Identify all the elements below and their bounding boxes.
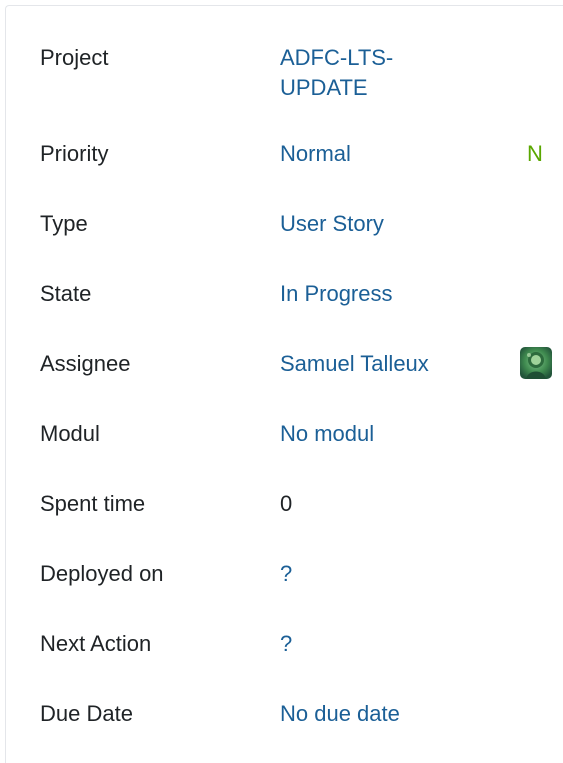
avatar-image — [520, 347, 552, 379]
field-row-state: State In Progress — [6, 279, 563, 349]
field-row-type: Type User Story — [6, 209, 563, 279]
user-avatar-icon[interactable] — [520, 347, 552, 379]
field-value-modul[interactable]: No modul — [280, 419, 450, 449]
field-row-project: Project ADFC-LTS-UPDATE — [6, 43, 563, 113]
field-row-assignee: Assignee Samuel Talleux — [6, 347, 563, 419]
field-value-assignee[interactable]: Samuel Talleux — [280, 349, 500, 379]
priority-badge: N — [527, 141, 543, 166]
field-row-modul: Modul No modul — [6, 419, 563, 489]
field-label-state: State — [40, 281, 92, 306]
field-label-type: Type — [40, 211, 88, 236]
field-label-due-date: Due Date — [40, 701, 133, 726]
field-row-next-action: Next Action ? — [6, 629, 563, 699]
field-value-due-date[interactable]: No due date — [280, 699, 450, 729]
field-value-type[interactable]: User Story — [280, 209, 450, 239]
field-label-modul: Modul — [40, 421, 100, 446]
field-value-project[interactable]: ADFC-LTS-UPDATE — [280, 43, 430, 103]
field-label-next-action: Next Action — [40, 631, 152, 656]
field-row-spent-time: Spent time 0 — [6, 489, 563, 559]
field-value-priority[interactable]: Normal — [280, 139, 450, 169]
field-value-next-action[interactable]: ? — [280, 629, 450, 659]
issue-fields-panel: Project ADFC-LTS-UPDATE Priority Normal … — [5, 5, 563, 763]
field-value-spent-time[interactable]: 0 — [280, 489, 450, 519]
field-row-deployed-on: Deployed on ? — [6, 559, 563, 629]
field-value-deployed-on[interactable]: ? — [280, 559, 450, 589]
field-row-priority: Priority Normal N — [6, 139, 563, 209]
field-label-deployed-on: Deployed on — [40, 561, 164, 586]
field-label-priority: Priority — [40, 141, 109, 166]
field-label-spent-time: Spent time — [40, 491, 146, 516]
field-label-project: Project — [40, 45, 109, 70]
field-value-state[interactable]: In Progress — [280, 279, 450, 309]
field-label-assignee: Assignee — [40, 351, 131, 376]
field-row-due-date: Due Date No due date — [6, 699, 563, 763]
